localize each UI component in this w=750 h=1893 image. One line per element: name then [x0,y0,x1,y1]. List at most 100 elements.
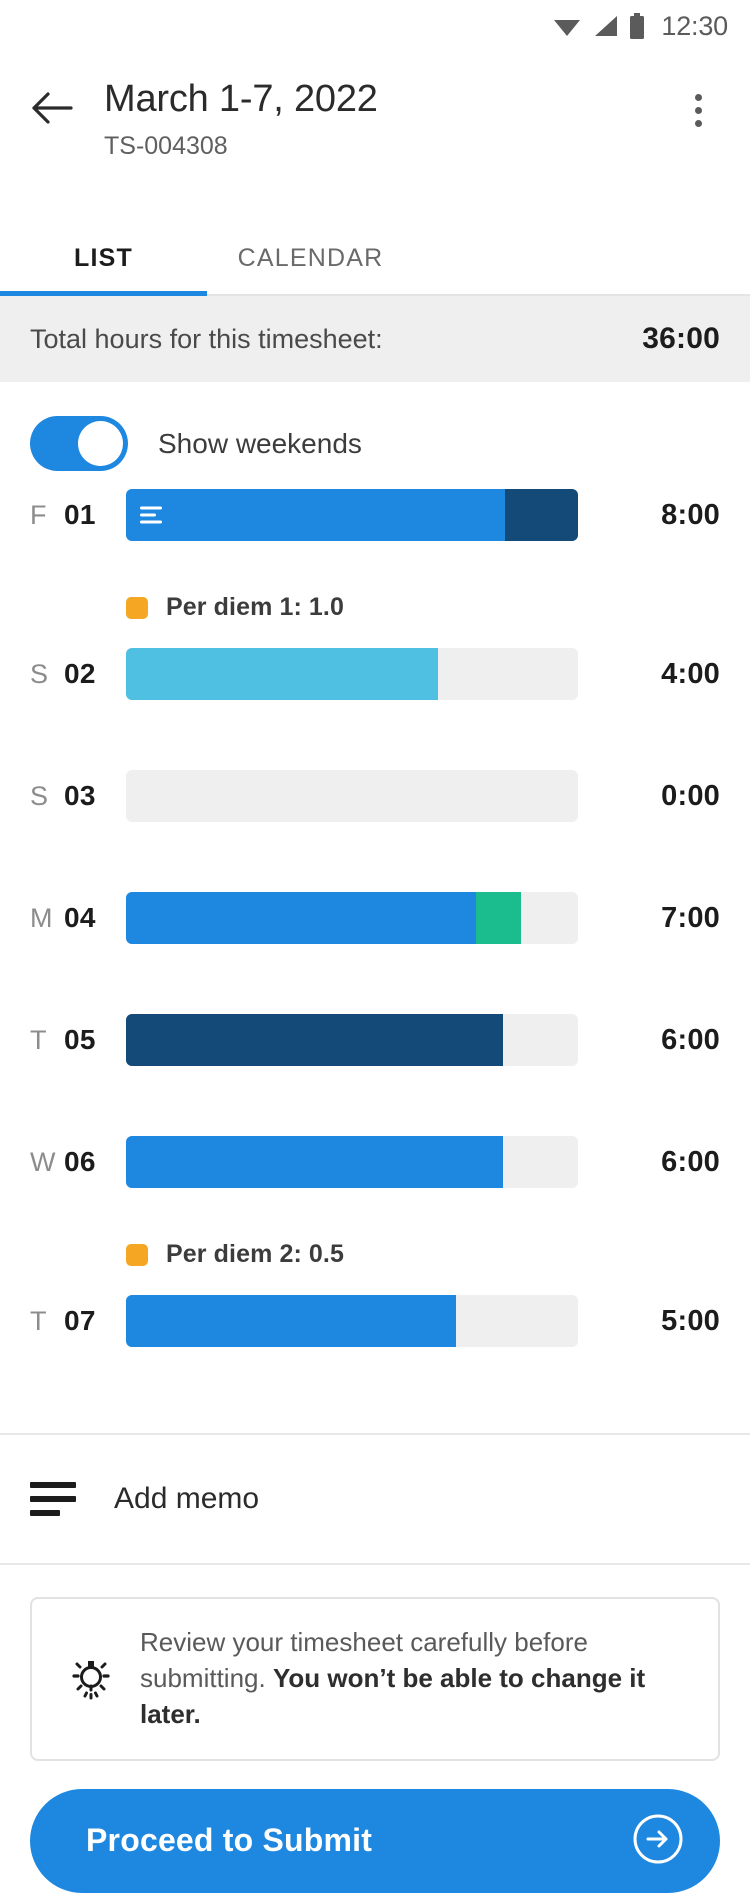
per-diem-label: Per diem 1: 1.0 [166,593,344,621]
day-hours-bar[interactable] [126,892,578,944]
day-hours-value: 6:00 [661,1145,720,1178]
day-entry-inner: T 07 5:00 [30,1295,720,1347]
day-hours-bar[interactable] [126,1136,578,1188]
day-hours-value: 0:00 [661,779,720,812]
status-clock: 12:30 [661,10,728,41]
back-button[interactable] [24,82,80,138]
status-bar: 12:30 [0,0,750,52]
add-memo-row[interactable]: Add memo [0,1435,750,1563]
day-of-week-label: S [30,780,49,811]
battery-icon [629,13,645,39]
day-entry: S 02 4:00 [0,648,750,744]
day-hours-bar[interactable] [126,648,578,700]
bar-segment [126,1014,503,1066]
day-number-label: 02 [64,658,96,689]
arrow-left-icon [31,91,73,130]
add-memo-label: Add memo [114,1482,260,1515]
day-number-label: 04 [64,902,96,933]
day-of-week-label: T [30,1024,47,1055]
day-entry: M 04 7:00 [0,892,750,988]
day-hours-value: 7:00 [661,901,720,934]
day-row: F 01 8:00 Per diem 1: 1.0 [0,489,750,648]
day-hours-bar[interactable] [126,489,578,541]
timesheet-screen: 12:30 March 1-7, 2022 TS-004308 LIST CAL… [0,0,750,1893]
day-of-week-label: M [30,902,53,933]
day-entry: W 06 6:00 [0,1136,750,1232]
day-entry-inner: W 06 6:00 [30,1136,720,1188]
day-number-label: 03 [64,780,96,811]
day-hours-bar[interactable] [126,1014,578,1066]
day-hours-bar[interactable] [126,1295,578,1347]
day-row: T 05 6:00 [0,1014,750,1136]
day-row: M 04 7:00 [0,892,750,1014]
app-bar: March 1-7, 2022 TS-004308 [0,52,750,182]
wifi-icon [552,14,582,38]
day-number-label: 01 [64,499,96,530]
tab-calendar[interactable]: CALENDAR [207,220,414,296]
tab-bar: LIST CALENDAR [0,220,750,296]
bar-segment [504,489,578,541]
day-row: S 02 4:00 [0,648,750,770]
day-entry-inner: F 01 8:00 [30,489,720,541]
per-diem-label: Per diem 2: 0.5 [166,1240,344,1268]
per-diem-color-dot [126,1243,148,1266]
day-entry-inner: S 02 4:00 [30,648,720,700]
tip-text: Review your timesheet carefully before s… [140,1625,690,1733]
bar-segment [476,892,522,944]
toggle-knob [78,421,123,466]
tip-box: Review your timesheet carefully before s… [30,1597,720,1761]
total-hours-value: 36:00 [642,322,720,355]
submit-section: Proceed to Submit [0,1761,750,1893]
proceed-to-submit-button[interactable]: Proceed to Submit [30,1788,720,1893]
day-row: S 03 0:00 [0,770,750,892]
day-entry: F 01 8:00 [0,489,750,585]
more-vertical-icon-dot [694,119,702,127]
day-entry: S 03 0:00 [0,770,750,866]
day-hours-value: 6:00 [661,1023,720,1056]
day-of-week-label: F [30,499,47,530]
lightbulb-icon [60,1652,122,1706]
day-of-week-label: W [30,1146,56,1177]
day-entry-inner: S 03 0:00 [30,770,720,822]
day-row: W 06 6:00 Per diem 2: 0.5 [0,1136,750,1295]
day-entry: T 07 5:00 [0,1295,750,1391]
day-number-label: 07 [64,1305,96,1336]
titles: March 1-7, 2022 TS-004308 [104,78,670,161]
more-vertical-icon-dot [694,106,702,114]
tip-section: Review your timesheet carefully before s… [0,1565,750,1761]
day-list: F 01 8:00 Per diem 1: 1.0 S 02 4:00 S 03 0:00 M 04 7… [0,489,750,1433]
day-row: T 07 5:00 [0,1295,750,1417]
per-diem-row: Per diem 2: 0.5 [126,1240,750,1269]
day-hours-value: 5:00 [661,1304,720,1337]
day-entry: T 05 6:00 [0,1014,750,1110]
cellular-signal-icon [592,14,619,38]
day-hours-value: 8:00 [661,498,720,531]
show-weekends-toggle[interactable] [30,416,128,471]
page-title: March 1-7, 2022 [104,78,378,120]
day-entry-inner: T 05 6:00 [30,1014,720,1066]
bar-segment [126,648,438,700]
day-of-week-label: S [30,658,49,689]
show-weekends-label: Show weekends [158,427,362,459]
per-diem-color-dot [126,596,148,619]
bar-segment [126,1295,456,1347]
timesheet-id: TS-004308 [104,131,228,160]
tab-active-indicator [0,291,207,296]
submit-button-label: Proceed to Submit [86,1822,373,1859]
show-weekends-row: Show weekends [0,382,750,489]
day-entry-inner: M 04 7:00 [30,892,720,944]
overflow-menu-button[interactable] [670,82,726,138]
day-hours-bar[interactable] [126,770,578,822]
day-hours-value: 4:00 [661,657,720,690]
per-diem-row: Per diem 1: 1.0 [126,593,750,622]
arrow-right-circle-icon [632,1813,684,1868]
day-number-label: 05 [64,1024,96,1055]
total-hours-row: Total hours for this timesheet: 36:00 [0,296,750,382]
bar-segment [126,489,505,541]
day-number-label: 06 [64,1146,96,1177]
tab-list[interactable]: LIST [0,220,207,296]
total-hours-label: Total hours for this timesheet: [30,323,383,354]
memo-lines-icon [30,1482,76,1516]
day-of-week-label: T [30,1305,47,1336]
bar-segment [126,892,477,944]
